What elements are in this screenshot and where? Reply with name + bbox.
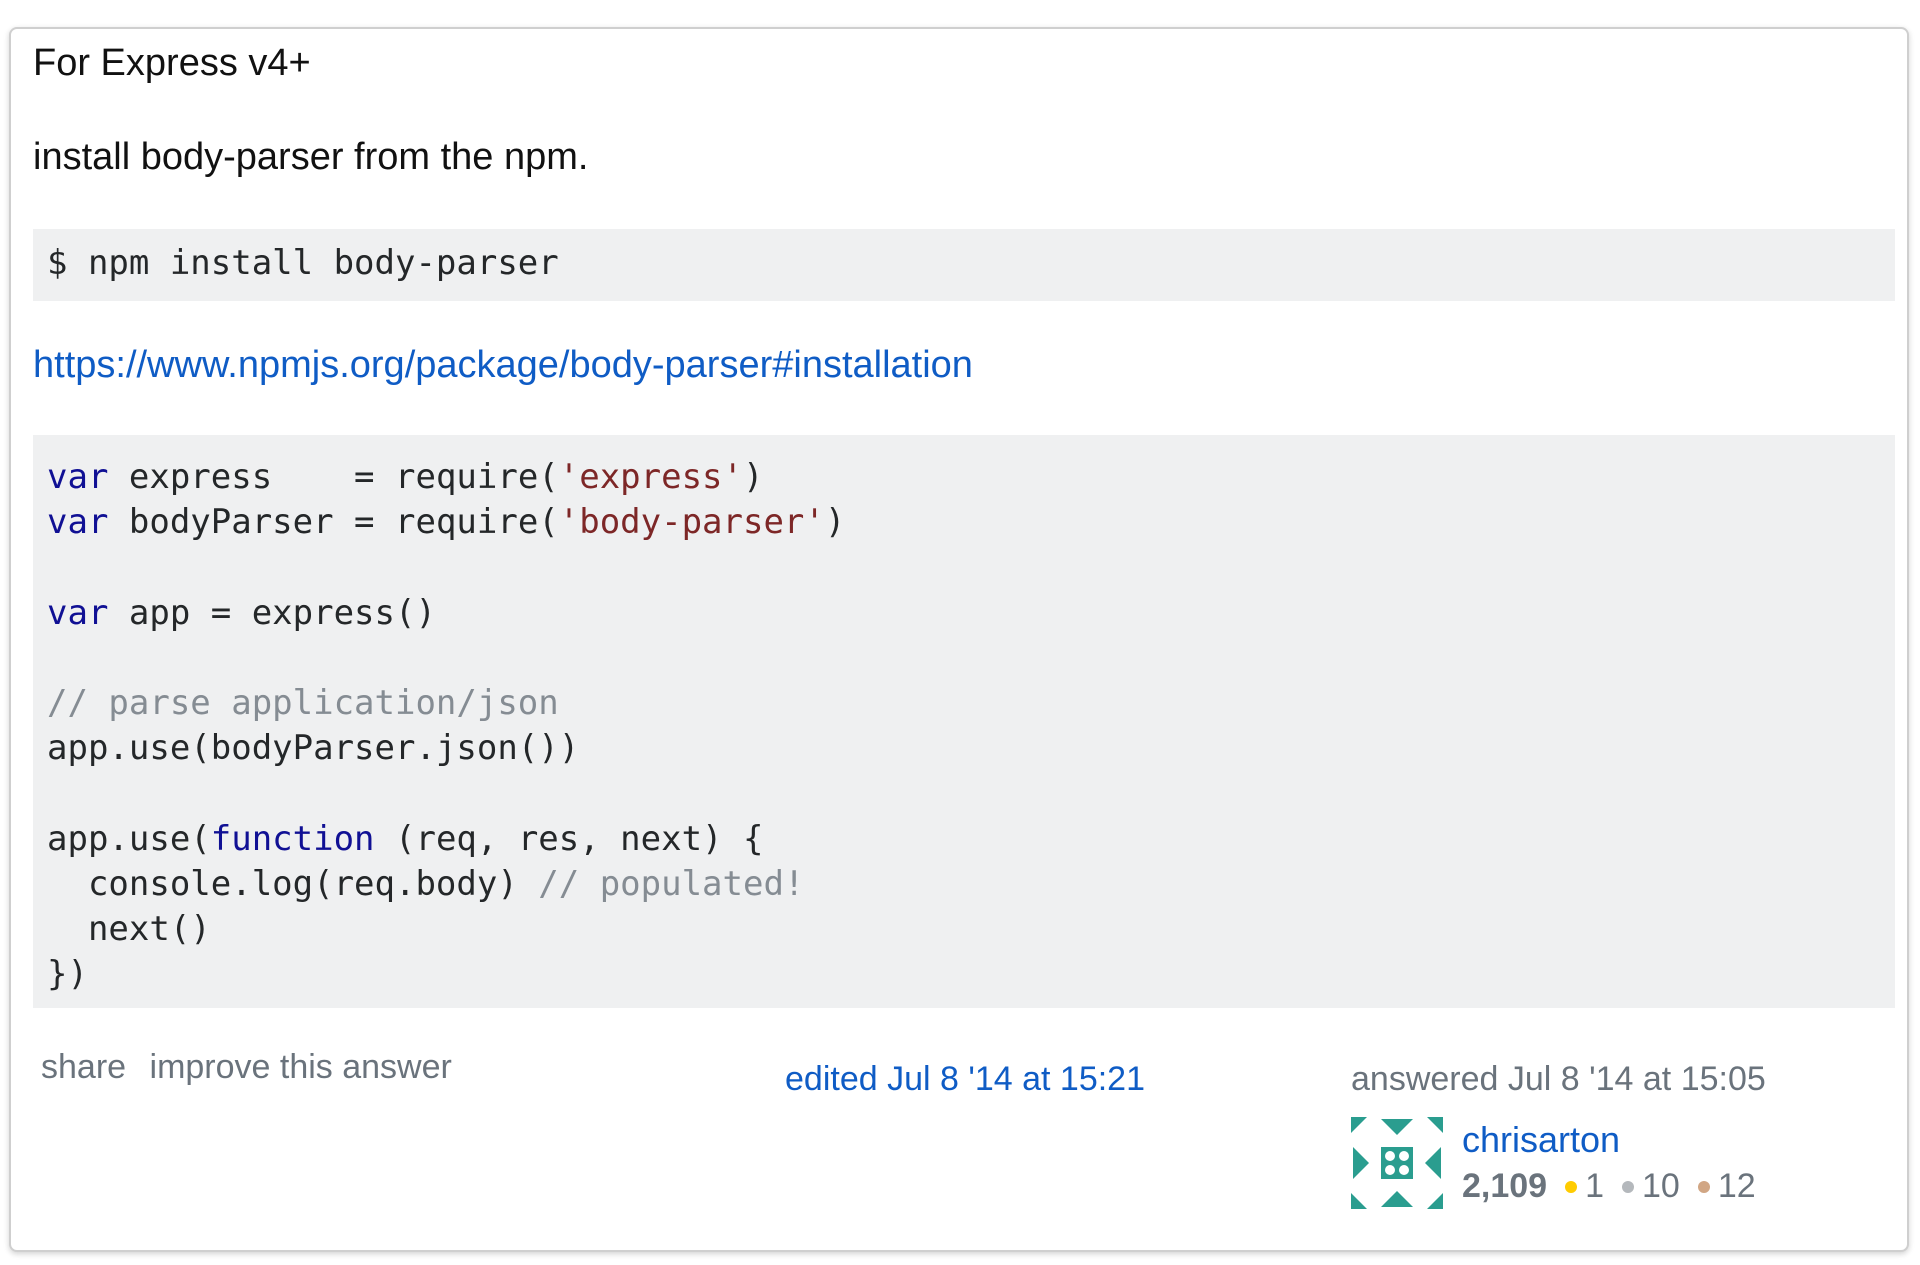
post-menu: share improve this answer [41, 1048, 466, 1087]
improve-answer-link[interactable]: improve this answer [150, 1048, 452, 1086]
silver-badge-icon [1622, 1180, 1635, 1193]
answer-heading: For Express v4+ [33, 42, 311, 84]
npm-installation-link[interactable]: https://www.npmjs.org/package/body-parse… [33, 343, 973, 389]
code-line-4: var app = express() [47, 592, 436, 633]
share-link[interactable]: share [41, 1048, 126, 1086]
code-line-6: // parse application/json [47, 683, 559, 724]
answered-timestamp: answered Jul 8 '14 at 15:05 [1351, 1060, 1766, 1098]
gold-badges: 1 [1565, 1167, 1604, 1206]
code-block: var express = require('express') var bod… [33, 435, 1895, 1008]
install-code-block: $ npm install body-parser [33, 229, 1895, 301]
reputation-score: 2,109 [1462, 1167, 1548, 1205]
code-line-2: var bodyParser = require('body-parser') [47, 502, 846, 543]
user-reputation: 2,109 1 10 12 [1462, 1167, 1774, 1206]
silver-badges: 10 [1622, 1167, 1680, 1206]
edited-timestamp-link[interactable]: edited Jul 8 '14 at 15:21 [785, 1060, 1145, 1099]
code-line-10: console.log(req.body) // populated! [47, 863, 805, 904]
username-link[interactable]: chrisarton [1462, 1119, 1620, 1161]
code-line-12: }) [47, 954, 88, 995]
user-avatar[interactable] [1351, 1117, 1443, 1209]
bronze-badges: 12 [1697, 1167, 1756, 1206]
code-line-7: app.use(bodyParser.json()) [47, 728, 580, 769]
code-line-9: app.use(function (req, res, next) { [47, 818, 764, 859]
bronze-badge-icon [1697, 1180, 1710, 1193]
code-line-11: next() [47, 909, 211, 950]
code-line-1: var express = require('express') [47, 457, 764, 497]
gold-badge-icon [1565, 1180, 1578, 1193]
answer-card: For Express v4+ install body-parser from… [9, 27, 1909, 1252]
answer-intro: install body-parser from the npm. [33, 136, 589, 178]
